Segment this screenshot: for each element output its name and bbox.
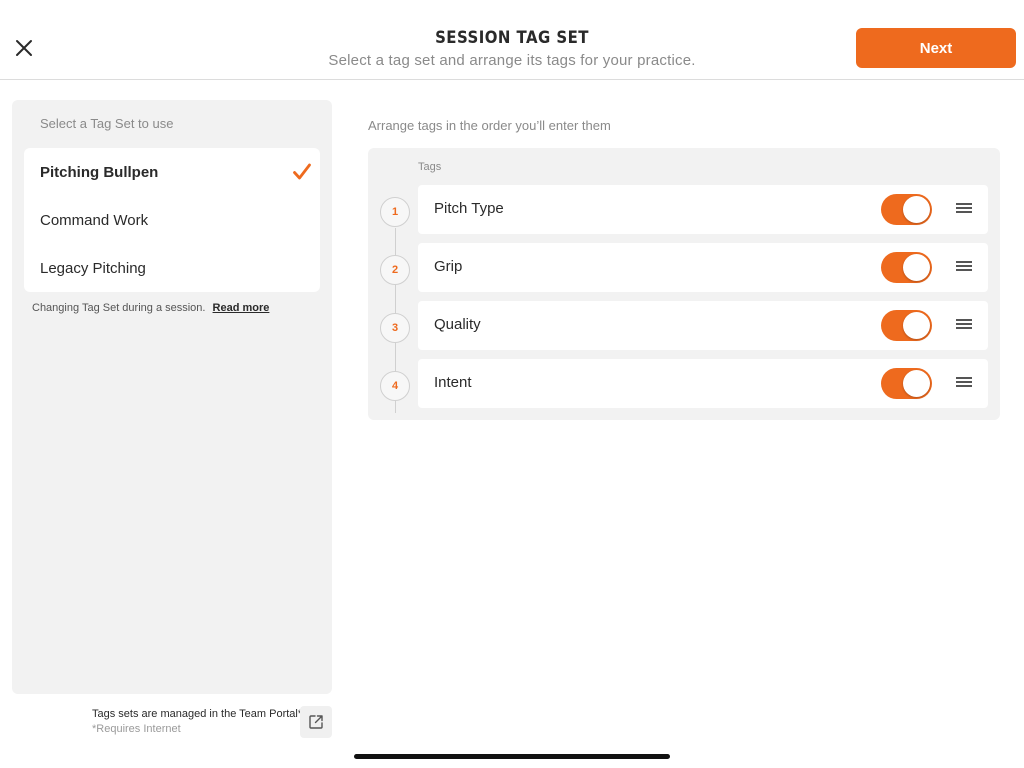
close-button[interactable] xyxy=(12,36,36,60)
drag-handle-icon[interactable] xyxy=(956,203,972,215)
external-link-icon xyxy=(309,715,323,729)
tagset-item-label: Legacy Pitching xyxy=(40,259,146,277)
toggle-knob xyxy=(903,312,930,339)
tag-toggle[interactable] xyxy=(881,310,932,341)
toggle-knob xyxy=(903,254,930,281)
tag-card-grip: Grip xyxy=(418,243,988,292)
tag-card-pitch-type: Pitch Type xyxy=(418,185,988,234)
tagset-item-label: Command Work xyxy=(40,211,149,229)
team-portal-note: Tags sets are managed in the Team Portal… xyxy=(92,707,302,737)
order-number-badge: 4 xyxy=(380,371,410,401)
tagset-item-label: Pitching Bullpen xyxy=(40,163,159,181)
tagset-item-legacy-pitching[interactable]: Legacy Pitching xyxy=(24,244,320,292)
drag-handle-icon[interactable] xyxy=(956,319,972,331)
tagset-section-label: Select a Tag Set to use xyxy=(40,116,174,131)
close-icon xyxy=(16,40,32,56)
tagset-list: Pitching Bullpen Command Work Legacy Pit… xyxy=(24,148,320,292)
page-subtitle: Select a tag set and arrange its tags fo… xyxy=(328,52,696,69)
arrange-instructions: Arrange tags in the order you’ll enter t… xyxy=(368,118,611,133)
requires-internet-note: *Requires Internet xyxy=(92,723,181,735)
toggle-knob xyxy=(903,196,930,223)
order-number-badge: 1 xyxy=(380,197,410,227)
checkmark-icon xyxy=(293,163,311,180)
title-block: SESSION TAG SET Select a tag set and arr… xyxy=(262,26,762,72)
tag-toggle[interactable] xyxy=(881,368,932,399)
tag-name: Pitch Type xyxy=(434,200,504,217)
tag-toggle[interactable] xyxy=(881,194,932,225)
tag-row: 2 Grip xyxy=(368,243,1000,292)
tags-label: Tags xyxy=(418,161,442,173)
tag-name: Quality xyxy=(434,316,481,333)
page-title: SESSION TAG SET xyxy=(435,28,589,48)
team-portal-note-text: Tags sets are managed in the Team Portal… xyxy=(92,708,303,720)
tag-card-intent: Intent xyxy=(418,359,988,408)
header-bar: SESSION TAG SET Select a tag set and arr… xyxy=(0,0,1024,80)
read-more-link[interactable]: Read more xyxy=(213,302,270,314)
order-number-badge: 3 xyxy=(380,313,410,343)
tagset-change-note: Changing Tag Set during a session. Read … xyxy=(32,302,269,314)
drag-handle-icon[interactable] xyxy=(956,261,972,273)
tag-card-quality: Quality xyxy=(418,301,988,350)
tag-name: Grip xyxy=(434,258,463,275)
home-indicator xyxy=(354,754,670,759)
tag-row: 1 Pitch Type xyxy=(368,185,1000,234)
tag-name: Intent xyxy=(434,374,472,391)
tagset-change-note-text: Changing Tag Set during a session. xyxy=(32,302,206,314)
tags-panel: Tags 1 Pitch Type 2 Grip 3 Quality 4 Int… xyxy=(368,148,1000,420)
toggle-knob xyxy=(903,370,930,397)
next-button[interactable]: Next xyxy=(856,28,1016,68)
tagset-item-command-work[interactable]: Command Work xyxy=(24,196,320,244)
tagset-item-pitching-bullpen[interactable]: Pitching Bullpen xyxy=(24,148,320,196)
tagset-panel: Select a Tag Set to use Pitching Bullpen… xyxy=(12,100,332,694)
open-team-portal-button[interactable] xyxy=(300,706,332,738)
tag-toggle[interactable] xyxy=(881,252,932,283)
tag-row: 4 Intent xyxy=(368,359,1000,408)
order-number-badge: 2 xyxy=(380,255,410,285)
drag-handle-icon[interactable] xyxy=(956,377,972,389)
tag-row: 3 Quality xyxy=(368,301,1000,350)
